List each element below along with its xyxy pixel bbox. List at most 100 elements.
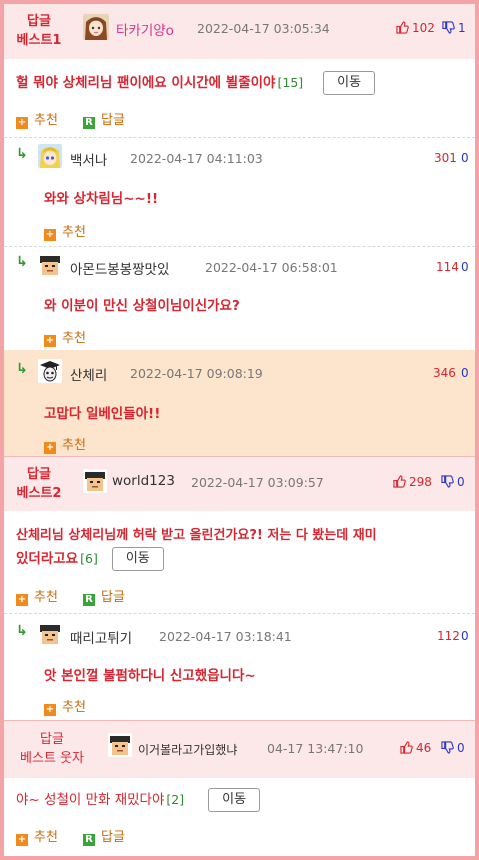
reply-downvote[interactable]: 0 <box>461 151 469 165</box>
reply-upvote[interactable]: 114 <box>436 260 459 274</box>
reply-downvote[interactable]: 0 <box>461 260 469 274</box>
best2-comment: 산체리님 상체리님께 허락 받고 올린건가요?! 저는 다 봤는데 재미 있더라… <box>16 524 466 571</box>
recommend-label: 추천 <box>62 331 86 346</box>
reply-text: 와 이분이 만신 상철이님이신가요? <box>44 298 240 314</box>
best1-header: 답글 베스트1 타카기양o 2022-04-17 03:05:34 102 1 <box>4 4 475 59</box>
best1-date: 2022-04-17 03:05:34 <box>197 21 330 36</box>
best2-nickname[interactable]: world123 <box>112 473 175 489</box>
plus-icon: + <box>16 117 28 129</box>
reply-recommend-button[interactable]: + 추천 <box>44 434 86 454</box>
best3-header: 답글 베스트 웃자 이거볼라고가입했냐 04-17 13:47:10 46 0 <box>4 721 475 778</box>
reply-date: 2022-04-17 03:18:41 <box>159 629 292 644</box>
best1-nickname[interactable]: 타카기양o <box>116 19 174 39</box>
best3-move-button[interactable]: 이동 <box>208 788 261 812</box>
avatar[interactable] <box>108 733 132 757</box>
avatar[interactable] <box>83 469 107 493</box>
reply-nickname[interactable]: 때리고튀기 <box>70 627 132 647</box>
best3-upvote[interactable]: 46 <box>400 741 431 755</box>
recommend-label: 추천 <box>62 700 86 715</box>
best1-move-button[interactable]: 이동 <box>323 71 376 95</box>
graduate-avatar-icon <box>38 359 62 383</box>
best1-label-rank: 베스트1 <box>16 33 62 48</box>
reply-text: 고맙다 일베인들아!! <box>44 406 161 422</box>
reply-date: 2022-04-17 06:58:01 <box>205 260 338 275</box>
avatar[interactable] <box>38 359 62 383</box>
reply-recommend-button[interactable]: + 추천 <box>44 221 86 241</box>
best1-label: 답글 베스트1 <box>4 12 74 50</box>
plus-icon: + <box>44 704 56 716</box>
best2-comment-text: 있더라고요 <box>16 551 79 567</box>
best2-reply-count: [6] <box>80 551 98 566</box>
recommend-label: 추천 <box>34 590 58 605</box>
reply-downvote[interactable]: 0 <box>461 366 469 380</box>
avatar[interactable] <box>38 253 62 277</box>
recommend-label: 추천 <box>34 113 58 128</box>
reply-downvote[interactable]: 0 <box>461 629 469 643</box>
plus-icon: + <box>44 335 56 347</box>
reply-arrow-icon: ↳ <box>16 361 28 377</box>
best2-recommend-button[interactable]: + 추천 <box>16 586 58 606</box>
avatar[interactable] <box>38 622 62 646</box>
best1-reply-count: [15] <box>277 75 304 90</box>
divider <box>4 137 475 138</box>
avatar[interactable] <box>83 14 109 40</box>
thumb-down-icon <box>442 21 455 34</box>
best2-comment-line2: 있더라고요 [6] 이동 <box>16 547 466 571</box>
best1-downvote[interactable]: 1 <box>442 21 466 35</box>
best2-date: 2022-04-17 03:09:57 <box>191 475 324 490</box>
best3-label-rank: 베스트 웃자 <box>20 751 84 766</box>
reply-arrow-icon: ↳ <box>16 254 28 270</box>
pixel-face-avatar-icon <box>108 733 132 757</box>
best3-up-count: 46 <box>416 741 432 755</box>
best2-reply-button[interactable]: R 답글 <box>83 586 125 606</box>
reply-recommend-button[interactable]: + 추천 <box>44 327 86 347</box>
reply-date: 2022-04-17 09:08:19 <box>130 366 263 381</box>
best2-move-button[interactable]: 이동 <box>111 547 164 571</box>
best1-label-reply: 답글 <box>27 14 51 29</box>
reply-date: 2022-04-17 04:11:03 <box>130 151 263 166</box>
best3-nickname[interactable]: 이거볼라고가입했냐 <box>138 741 237 758</box>
best1-recommend-button[interactable]: + 추천 <box>16 109 58 129</box>
reply-upvote[interactable]: 301 <box>434 151 457 165</box>
best3-reply-count: [2] <box>166 792 185 807</box>
reply-nickname[interactable]: 백서나 <box>70 149 107 169</box>
divider <box>4 613 475 614</box>
best1-comment: 헐 뭐야 상체리님 팬이에요 이시간에 뵐줄이야 [15] 이동 <box>16 71 376 95</box>
best1-reply-button[interactable]: R 답글 <box>83 109 125 129</box>
reply-upvote[interactable]: 112 <box>437 629 460 643</box>
best3-downvote[interactable]: 0 <box>441 741 465 755</box>
reply-text: 와와 상차림님~~!! <box>44 191 159 207</box>
reply-nickname[interactable]: 산체리 <box>70 364 107 384</box>
reply-r-icon: R <box>83 594 95 606</box>
recommend-label: 추천 <box>34 830 58 845</box>
best1-up-count: 102 <box>412 21 435 35</box>
thumb-up-icon <box>400 741 413 754</box>
best3-comment-text: 야~ 성철이 만화 재밌다야 <box>16 792 165 808</box>
best3-date: 04-17 13:47:10 <box>267 741 364 756</box>
reply-upvote[interactable]: 346 <box>433 366 456 380</box>
best2-upvote[interactable]: 298 <box>393 475 432 489</box>
avatar[interactable] <box>38 144 62 168</box>
plus-icon: + <box>44 229 56 241</box>
girl-avatar-icon <box>83 14 109 40</box>
best2-downvote[interactable]: 0 <box>441 475 465 489</box>
best2-up-count: 298 <box>409 475 432 489</box>
best2-header: 답글 베스트2 world123 2022-04-17 03:09:57 298… <box>4 457 475 511</box>
recommend-label: 추천 <box>62 225 86 240</box>
plus-icon: + <box>44 442 56 454</box>
best3-label: 답글 베스트 웃자 <box>4 730 100 768</box>
pixel-face-avatar-icon <box>83 469 107 493</box>
plus-icon: + <box>16 834 28 846</box>
best2-label-reply: 답글 <box>27 467 51 482</box>
best3-recommend-button[interactable]: + 추천 <box>16 826 58 846</box>
pixel-face-avatar-icon <box>38 622 62 646</box>
best3-reply-button[interactable]: R 답글 <box>83 826 125 846</box>
anime-girl-avatar-icon <box>38 144 62 168</box>
best1-upvote[interactable]: 102 <box>396 21 435 35</box>
reply-r-icon: R <box>83 834 95 846</box>
pixel-face-avatar-icon <box>38 253 62 277</box>
divider <box>4 246 475 247</box>
recommend-label: 추천 <box>62 438 86 453</box>
reply-recommend-button[interactable]: + 추천 <box>44 696 86 716</box>
reply-nickname[interactable]: 아몬드봉봉짱맛있 <box>70 258 169 278</box>
